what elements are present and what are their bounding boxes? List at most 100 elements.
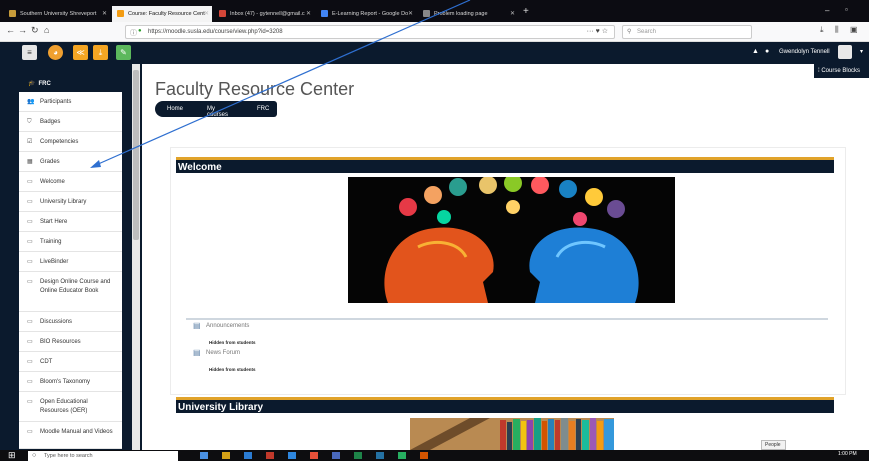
- browser-tab[interactable]: E-Learning Report - Google Do ✕: [316, 6, 416, 22]
- page-actions-icon[interactable]: ··· ♥ ☆: [587, 27, 608, 35]
- app-icon[interactable]: [420, 452, 428, 459]
- sidebar-item[interactable]: ▭ Open Educational Resources (OER): [19, 392, 122, 422]
- close-icon[interactable]: ✕: [102, 10, 107, 17]
- folder-icon: ▭: [27, 239, 33, 245]
- library-icon[interactable]: ⫼: [835, 25, 839, 35]
- course-blocks-button[interactable]: ⁞ Course Blocks: [814, 64, 869, 78]
- browser-tab[interactable]: Problem loading page ✕: [418, 6, 518, 22]
- folder-icon: ▭: [27, 219, 33, 225]
- forum-icon: ▤: [193, 348, 201, 357]
- download-icon[interactable]: ⤓: [93, 45, 108, 60]
- section-title: University Library: [178, 402, 264, 413]
- sidebar-item[interactable]: ▭ University Library: [19, 192, 122, 212]
- store-icon[interactable]: [244, 452, 252, 459]
- news-forum-link[interactable]: News Forum: [206, 350, 240, 356]
- minimize-button[interactable]: –: [825, 6, 829, 15]
- browser-tab-active[interactable]: Course: Faculty Resource Cent ✕: [112, 6, 212, 22]
- sidebar-title-text: FRC: [38, 81, 51, 87]
- downloads-icon[interactable]: ⤓: [820, 25, 824, 35]
- app-icon[interactable]: [332, 452, 340, 459]
- breadcrumb-my-courses[interactable]: My courses: [195, 101, 247, 118]
- sidebar-item-label: CDT: [40, 359, 53, 365]
- clock[interactable]: 1:00 PM: [838, 451, 857, 457]
- sidebar-item-label: Start Here: [40, 219, 68, 225]
- close-icon[interactable]: ✕: [510, 10, 515, 17]
- browser-nav-bar: ← → ↻ ⌂ ⓘ ● https://moodle.susla.edu/cou…: [0, 22, 869, 42]
- table-icon: ▦: [27, 159, 33, 165]
- sidebar-item[interactable]: ▭ LiveBinder: [19, 252, 122, 272]
- home-icon[interactable]: ⌂: [44, 25, 49, 35]
- app-icon[interactable]: [266, 452, 274, 459]
- moodle-logo-icon[interactable]: ◕: [48, 45, 63, 60]
- sidebar-item-label: Badges: [40, 119, 61, 125]
- sidebar-item[interactable]: ▭ Training: [19, 232, 122, 252]
- sidebar-item[interactable]: ▭ Start Here: [19, 212, 122, 232]
- browser-search-input[interactable]: ⚲ Search: [622, 25, 752, 39]
- browser-tab[interactable]: Inbox (47) - gytennell@gmail.c ✕: [214, 6, 314, 22]
- browser-tab[interactable]: Southern University Shreveport ✕: [4, 6, 110, 22]
- url-bar[interactable]: ⓘ ● https://moodle.susla.edu/course/view…: [125, 25, 615, 39]
- close-icon[interactable]: ✕: [204, 10, 209, 17]
- app-icon[interactable]: [288, 452, 296, 459]
- sidebar-item[interactable]: ▭ CDT: [19, 352, 122, 372]
- reload-icon[interactable]: ↻: [31, 25, 39, 36]
- forward-icon[interactable]: →: [18, 25, 27, 35]
- notifications-icon[interactable]: ▲: [752, 48, 759, 55]
- sidebar-item[interactable]: ▦ Grades: [19, 152, 122, 172]
- breadcrumb-home[interactable]: Home: [155, 101, 197, 117]
- sidebar-item[interactable]: ▭ BIO Resources: [19, 332, 122, 352]
- docs-favicon-icon: [321, 10, 328, 17]
- sidebar-item-label: Moodle Manual and Videos: [40, 429, 113, 435]
- lock-icon: ●: [138, 28, 142, 34]
- close-icon[interactable]: ✕: [306, 10, 311, 17]
- folder-icon: ▭: [27, 199, 33, 205]
- scrollbar-thumb[interactable]: [133, 70, 139, 240]
- avatar[interactable]: [838, 45, 852, 59]
- edit-icon[interactable]: ✎: [116, 45, 131, 60]
- sidebar-item[interactable]: ▭ Welcome: [19, 172, 122, 192]
- library-image: [410, 418, 614, 450]
- messages-icon[interactable]: ●: [765, 48, 769, 55]
- sidebar-item-label: Bloom's Taxonomy: [40, 379, 91, 385]
- sidebar-title[interactable]: 🎓 FRC: [28, 80, 51, 87]
- firefox-icon[interactable]: [310, 452, 318, 459]
- task-view-icon[interactable]: [200, 452, 208, 459]
- sidebar-item[interactable]: ▭ Bloom's Taxonomy: [19, 372, 122, 392]
- hamburger-menu-icon[interactable]: ≡: [22, 45, 37, 60]
- sidebar-item-label: Welcome: [40, 179, 65, 185]
- back-icon[interactable]: ←: [6, 25, 15, 35]
- sidebar-item-label: Grades: [40, 159, 60, 165]
- breadcrumb-frc[interactable]: FRC: [245, 101, 277, 117]
- sidebar-item[interactable]: ▭ Design Online Course and Online Educato…: [19, 272, 122, 312]
- breadcrumb-label: My courses: [207, 106, 229, 118]
- tab-label: Southern University Shreveport: [20, 11, 97, 17]
- announcements-link[interactable]: Announcements: [206, 323, 249, 329]
- restore-button[interactable]: ▫: [845, 5, 848, 14]
- excel-icon[interactable]: [354, 452, 362, 459]
- file-explorer-icon[interactable]: [222, 452, 230, 459]
- sidebar-item[interactable]: ▭ Discussions: [19, 312, 122, 332]
- word-icon[interactable]: [376, 452, 384, 459]
- app-icon[interactable]: [398, 452, 406, 459]
- user-name[interactable]: Gwendolyn Tennell: [779, 49, 830, 55]
- folder-icon: ▭: [27, 359, 33, 365]
- breadcrumb-label: Home: [167, 106, 184, 112]
- search-placeholder: Search: [637, 29, 657, 35]
- taskbar-search-input[interactable]: ○ Type here to search: [28, 451, 178, 461]
- share-icon[interactable]: ≪: [73, 45, 88, 60]
- windows-start-icon[interactable]: ⊞: [8, 450, 16, 461]
- university-favicon-icon: [9, 10, 16, 17]
- new-tab-button[interactable]: +: [523, 6, 529, 17]
- people-tooltip: People: [761, 440, 786, 450]
- sidebar-item[interactable]: ☑ Competencies: [19, 132, 122, 152]
- search-icon: ○: [32, 452, 37, 459]
- badge-icon: ⛉: [27, 119, 32, 125]
- close-icon[interactable]: ✕: [408, 10, 413, 17]
- course-blocks-label: Course Blocks: [821, 68, 861, 74]
- sidebar-icon[interactable]: ▣: [850, 25, 858, 34]
- graduation-cap-icon: 🎓: [28, 81, 36, 87]
- chevron-down-icon[interactable]: ▾: [860, 48, 863, 55]
- sidebar-item[interactable]: ▭ Moodle Manual and Videos: [19, 422, 122, 449]
- sidebar-item[interactable]: ⛉ Badges: [19, 112, 122, 132]
- sidebar-item[interactable]: 👥 Participants: [19, 92, 122, 112]
